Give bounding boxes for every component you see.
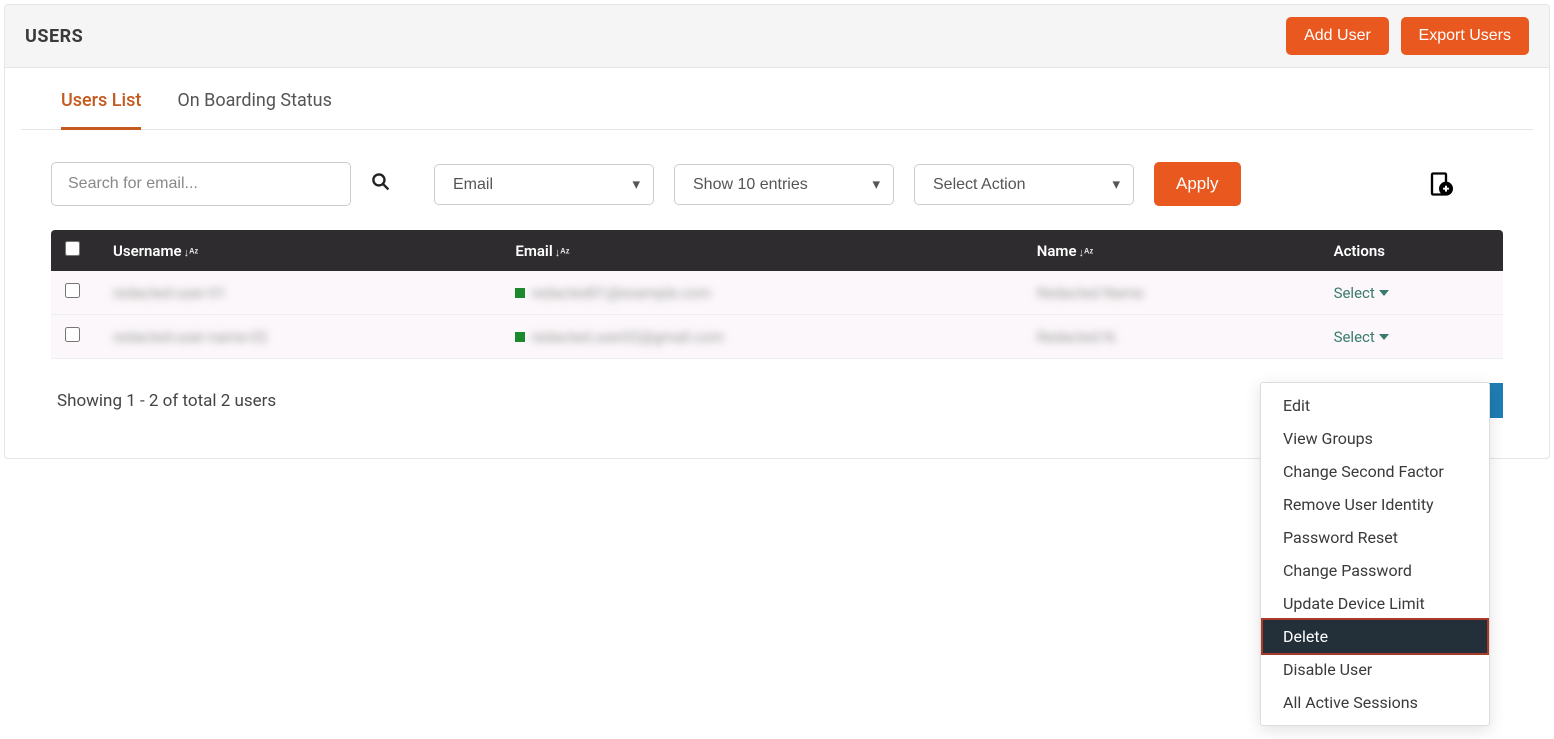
select-all-checkbox[interactable] bbox=[65, 241, 80, 256]
result-summary: Showing 1 - 2 of total 2 users bbox=[57, 391, 276, 411]
col-username[interactable]: Username↓ᴬᶻ bbox=[99, 230, 501, 271]
col-actions: Actions bbox=[1320, 230, 1503, 271]
menu-edit[interactable]: Edit bbox=[1261, 389, 1489, 422]
row-checkbox[interactable] bbox=[65, 327, 80, 342]
filter-bar: Email ▾ Show 10 entries ▾ Select Action … bbox=[5, 130, 1549, 230]
bulk-action-select[interactable]: Select Action bbox=[914, 164, 1134, 205]
menu-all-active-sessions[interactable]: All Active Sessions bbox=[1261, 686, 1489, 719]
menu-disable-user[interactable]: Disable User bbox=[1261, 653, 1489, 686]
sort-icon: ↓ᴬᶻ bbox=[1079, 246, 1094, 259]
tabs: Users List On Boarding Status bbox=[21, 68, 1533, 130]
email-cell: redacted.user02@gmail.com bbox=[531, 328, 724, 346]
add-device-icon[interactable] bbox=[1425, 170, 1453, 198]
status-indicator-icon bbox=[515, 288, 525, 298]
menu-password-reset[interactable]: Password Reset bbox=[1261, 521, 1489, 554]
sort-icon: ↓ᴬᶻ bbox=[184, 246, 199, 259]
email-cell: redacted01@example.com bbox=[531, 284, 710, 302]
username-cell: redacted-user-01 bbox=[113, 284, 226, 302]
menu-update-device-limit[interactable]: Update Device Limit bbox=[1261, 587, 1489, 620]
users-table: Username↓ᴬᶻ Email↓ᴬᶻ Name↓ᴬᶻ Actions red… bbox=[51, 230, 1503, 359]
page-title: USERS bbox=[25, 26, 83, 47]
menu-remove-user-identity[interactable]: Remove User Identity bbox=[1261, 488, 1489, 521]
caret-down-icon bbox=[1379, 290, 1389, 296]
card-header: USERS Add User Export Users bbox=[5, 5, 1549, 68]
username-cell: redacted-user-name-02 bbox=[113, 328, 268, 346]
caret-down-icon bbox=[1379, 334, 1389, 340]
col-name[interactable]: Name↓ᴬᶻ bbox=[1023, 230, 1320, 271]
status-indicator-icon bbox=[515, 332, 525, 342]
search-input[interactable] bbox=[51, 162, 351, 206]
row-actions-dropdown: Edit View Groups Change Second Factor Re… bbox=[1260, 382, 1490, 726]
menu-change-second-factor[interactable]: Change Second Factor bbox=[1261, 455, 1489, 488]
export-users-button[interactable]: Export Users bbox=[1401, 17, 1529, 55]
menu-view-groups[interactable]: View Groups bbox=[1261, 422, 1489, 455]
apply-button[interactable]: Apply bbox=[1154, 162, 1241, 206]
filter-field-select[interactable]: Email bbox=[434, 164, 654, 205]
name-cell: Redacted N. bbox=[1037, 328, 1118, 346]
header-actions: Add User Export Users bbox=[1278, 17, 1529, 55]
col-email[interactable]: Email↓ᴬᶻ bbox=[501, 230, 1022, 271]
table-row: redacted-user-01 redacted01@example.com … bbox=[51, 271, 1503, 315]
name-cell: Redacted Name bbox=[1037, 284, 1144, 302]
table-row: redacted-user-name-02 redacted.user02@gm… bbox=[51, 315, 1503, 359]
menu-change-password[interactable]: Change Password bbox=[1261, 554, 1489, 587]
search-icon[interactable] bbox=[371, 172, 390, 196]
row-action-select[interactable]: Select bbox=[1334, 284, 1389, 302]
row-checkbox[interactable] bbox=[65, 283, 80, 298]
add-user-button[interactable]: Add User bbox=[1286, 17, 1389, 55]
sort-icon: ↓ᴬᶻ bbox=[555, 246, 570, 259]
menu-delete[interactable]: Delete bbox=[1261, 618, 1489, 655]
tab-users-list[interactable]: Users List bbox=[61, 90, 141, 130]
page-size-select[interactable]: Show 10 entries bbox=[674, 164, 894, 205]
row-action-select[interactable]: Select bbox=[1334, 328, 1389, 346]
tab-onboarding-status[interactable]: On Boarding Status bbox=[177, 90, 332, 130]
